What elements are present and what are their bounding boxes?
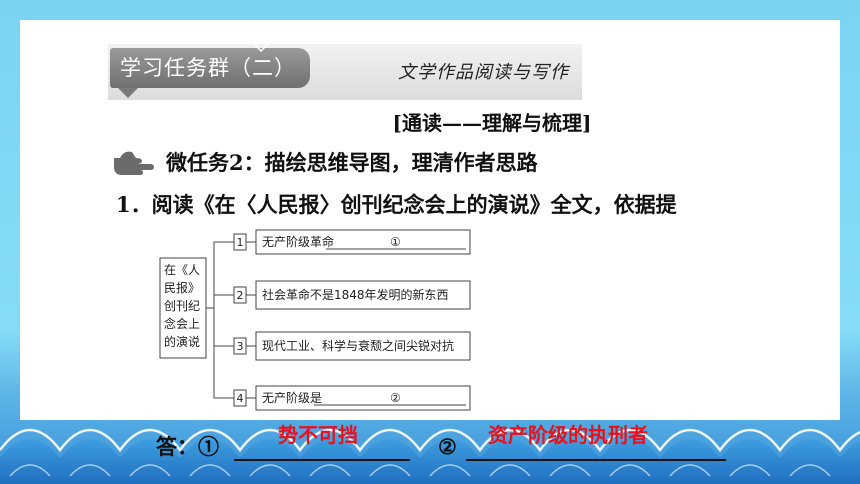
answer-label-2: ②: [438, 434, 457, 459]
mindmap-root-line-1: 在《人: [164, 263, 200, 277]
mindmap-branch-3-number: 3: [237, 340, 244, 353]
task-title: 微任务2：描绘思维导图，理清作者思路: [166, 150, 538, 175]
task-instruction: 1．阅读《在〈人民报〉创刊纪念会上的演说》全文，依据提: [116, 192, 677, 217]
header-notch-icon: [254, 44, 268, 52]
answer-blank-1[interactable]: [234, 459, 410, 461]
answer-label-1: 答：①: [156, 434, 219, 459]
mindmap-root-line-5: 的演说: [164, 334, 200, 349]
slide-background: 学习任务群（二） 文学作品阅读与写作 [通读——理解与梳理] 微任务2：描绘思维…: [0, 0, 860, 484]
mindmap-branch-3-text: 现代工业、科学与衰颓之间尖锐对抗: [262, 338, 454, 353]
mindmap-root-line-3: 创刊纪: [164, 299, 200, 313]
mind-map: 在《人 民报》 创刊纪 念会上 的演说 1 2 3 4 无产阶级革命 社会革命不…: [154, 222, 474, 418]
mindmap-root-line-4: 念会上: [164, 316, 200, 331]
section-title: [通读——理解与梳理]: [392, 111, 592, 135]
mindmap-root-line-2: 民报》: [164, 280, 200, 295]
answer-row: 答：① 势不可挡 ② 资产阶级的执刑者: [156, 420, 796, 464]
mindmap-branch-2-text: 社会革命不是1848年发明的新东西: [262, 287, 449, 302]
pointing-hand-icon: [114, 151, 154, 175]
answer-blank-2[interactable]: [466, 459, 726, 461]
answer-1-text: 势不可挡: [278, 423, 358, 447]
mindmap-branch-1-number: 1: [237, 236, 244, 249]
mindmap-branch-4-text: 无产阶级是: [262, 391, 322, 405]
answer-2-text: 资产阶级的执刑者: [488, 423, 648, 447]
mindmap-branch-1-marker: ①: [390, 235, 401, 249]
mindmap-branch-4-number: 4: [237, 392, 244, 405]
header-pointer-icon: [118, 88, 138, 98]
mindmap-branch-2-number: 2: [237, 289, 244, 302]
header-subtitle: 文学作品阅读与写作: [398, 62, 569, 83]
mindmap-branch-4-marker: ②: [390, 391, 401, 405]
header-tab: 学习任务群（二）: [110, 48, 310, 88]
mindmap-branch-1-text: 无产阶级革命: [262, 234, 334, 249]
